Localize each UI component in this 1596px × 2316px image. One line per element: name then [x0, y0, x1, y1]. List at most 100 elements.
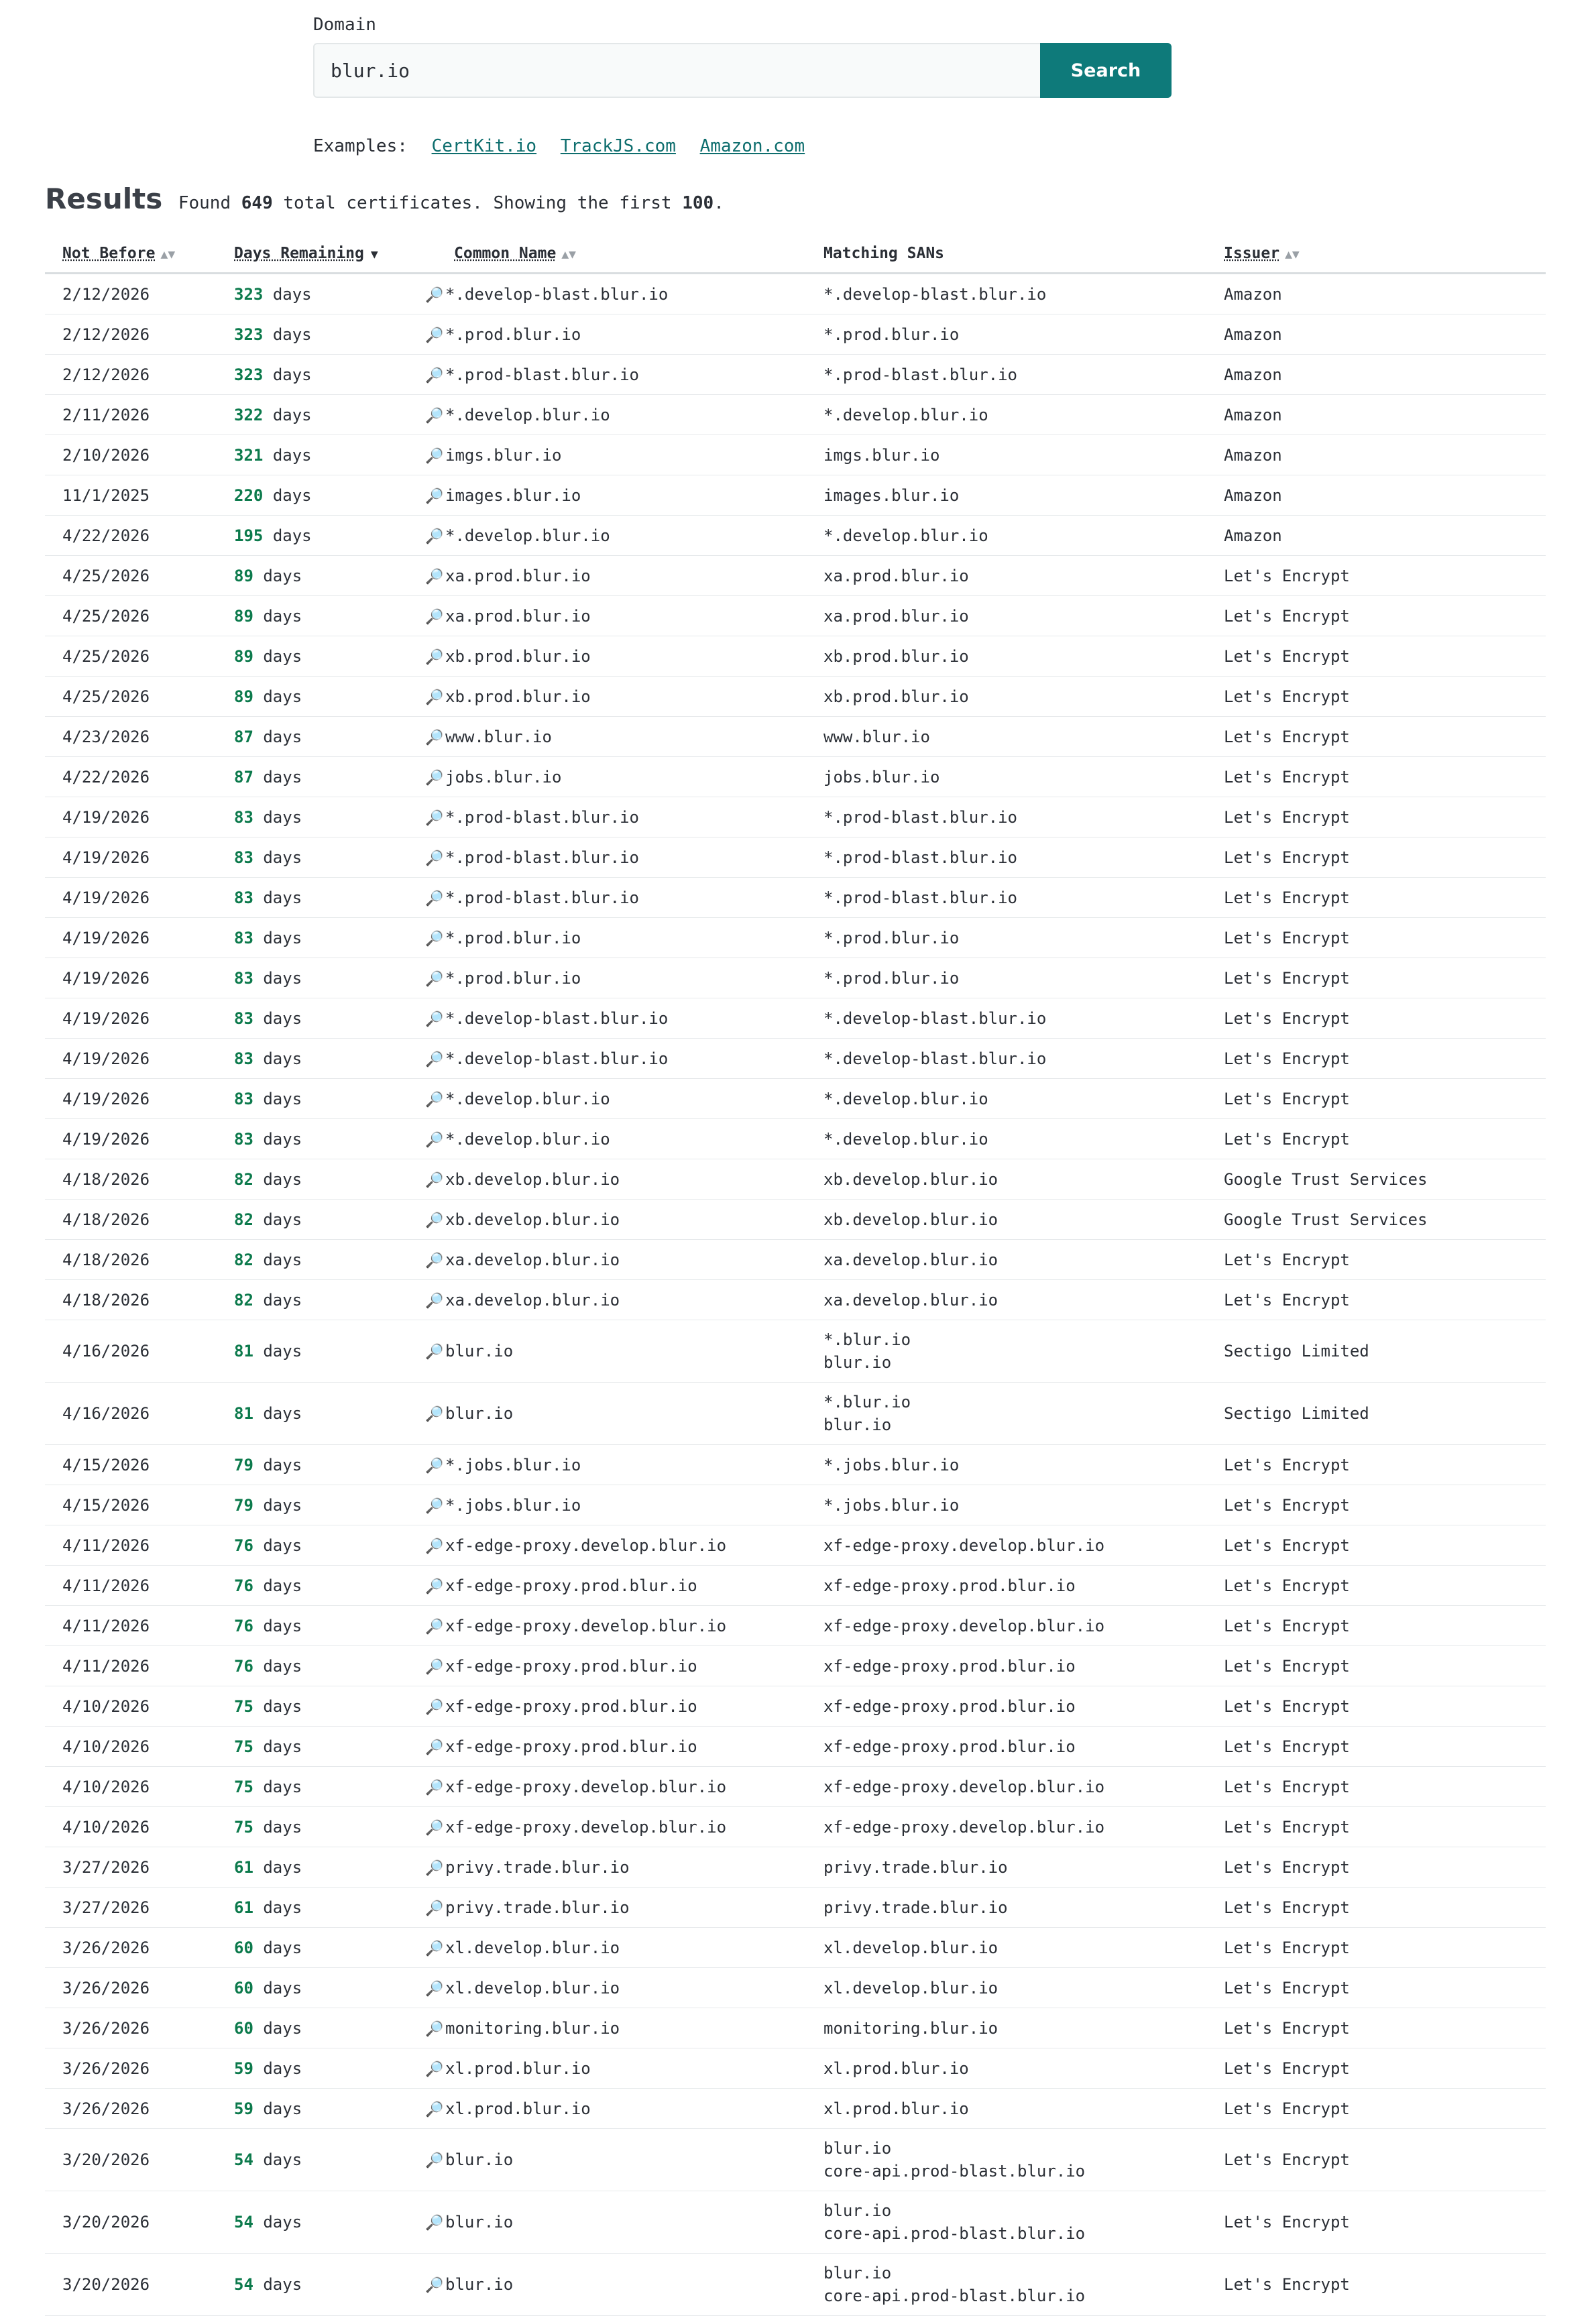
examples: Examples: CertKit.io TrackJS.com Amazon.…	[313, 136, 805, 156]
example-link-amazon[interactable]: Amazon.com	[700, 136, 805, 156]
magnifier-icon[interactable]: 🔎	[425, 528, 445, 545]
domain-input[interactable]	[313, 43, 1040, 98]
magnifier-icon[interactable]: 🔎	[425, 1659, 445, 1676]
magnifier-icon[interactable]: 🔎	[425, 367, 445, 384]
common-name-cell: 🔎 *.prod-blast.blur.io	[425, 354, 823, 395]
magnifier-icon[interactable]: 🔎	[425, 850, 445, 867]
magnifier-icon[interactable]: 🔎	[425, 488, 445, 505]
magnifier-icon[interactable]: 🔎	[425, 1941, 445, 1957]
magnifier-icon[interactable]: 🔎	[425, 1739, 445, 1756]
days-value: 82	[234, 1169, 253, 1189]
not-before-cell: 3/20/2026	[45, 2253, 234, 2316]
magnifier-icon[interactable]: 🔎	[425, 1578, 445, 1595]
matching-sans-cell: xl.prod.blur.io	[823, 2088, 1224, 2129]
magnifier-icon[interactable]: 🔎	[425, 2152, 445, 2169]
col-issuer[interactable]: Issuer ▲▼	[1224, 235, 1546, 274]
magnifier-icon[interactable]: 🔎	[425, 2215, 445, 2232]
common-name: *.develop.blur.io	[445, 405, 610, 424]
example-link-certkit[interactable]: CertKit.io	[432, 136, 537, 156]
magnifier-icon[interactable]: 🔎	[425, 1538, 445, 1555]
days-value: 75	[234, 1696, 253, 1716]
search-button[interactable]: Search	[1040, 43, 1172, 98]
magnifier-icon[interactable]: 🔎	[425, 1619, 445, 1635]
search-row: Search	[313, 43, 1172, 98]
magnifier-icon[interactable]: 🔎	[425, 810, 445, 827]
table-row: 2/12/2026 323 days 🔎 *.prod.blur.io *.prod.b…	[45, 314, 1546, 355]
magnifier-icon[interactable]: 🔎	[425, 287, 445, 304]
magnifier-icon[interactable]: 🔎	[425, 770, 445, 787]
table-row: 4/10/2026 75 days 🔎 xf-edge-proxy.prod.blur…	[45, 1686, 1546, 1727]
magnifier-icon[interactable]: 🔎	[425, 1344, 445, 1360]
days-value: 321	[234, 445, 264, 465]
col-common-name[interactable]: Common Name ▲▼	[425, 235, 823, 274]
magnifier-icon[interactable]: 🔎	[425, 1051, 445, 1068]
days-remaining-cell: 60 days	[234, 2008, 425, 2048]
magnifier-icon[interactable]: 🔎	[425, 1900, 445, 1917]
magnifier-icon[interactable]: 🔎	[425, 1498, 445, 1515]
magnifier-icon[interactable]: 🔎	[425, 1212, 445, 1229]
common-name: *.develop.blur.io	[445, 1089, 610, 1108]
magnifier-icon[interactable]: 🔎	[425, 1293, 445, 1310]
magnifier-icon[interactable]: 🔎	[425, 971, 445, 988]
magnifier-icon[interactable]: 🔎	[425, 730, 445, 746]
magnifier-icon[interactable]: 🔎	[425, 408, 445, 424]
days-unit: days	[263, 1616, 302, 1635]
magnifier-icon[interactable]: 🔎	[425, 2061, 445, 2078]
magnifier-icon[interactable]: 🔎	[425, 1981, 445, 1997]
common-name: *.prod-blast.blur.io	[445, 848, 639, 867]
col-not-before[interactable]: Not Before ▲▼	[45, 235, 234, 274]
san-entry: jobs.blur.io	[823, 767, 940, 787]
common-name: xf-edge-proxy.prod.blur.io	[445, 1656, 697, 1676]
issuer-cell: Let's Encrypt	[1224, 1686, 1546, 1727]
days-remaining-cell: 59 days	[234, 2048, 425, 2089]
example-link-trackjs[interactable]: TrackJS.com	[561, 136, 676, 156]
common-name-cell: 🔎 jobs.blur.io	[425, 756, 823, 797]
magnifier-icon[interactable]: 🔎	[425, 931, 445, 947]
magnifier-icon[interactable]: 🔎	[425, 569, 445, 585]
magnifier-icon[interactable]: 🔎	[425, 609, 445, 626]
magnifier-icon[interactable]: 🔎	[425, 1820, 445, 1837]
issuer-cell: Let's Encrypt	[1224, 1887, 1546, 1928]
issuer-cell: Google Trust Services	[1224, 1199, 1546, 1240]
days-unit: days	[263, 2018, 302, 2038]
sort-arrows-icon: ▲▼	[160, 247, 176, 262]
not-before-cell: 4/18/2026	[45, 1159, 234, 1200]
common-name-cell: 🔎 blur.io	[425, 2253, 823, 2316]
magnifier-icon[interactable]: 🔎	[425, 1172, 445, 1189]
common-name: *.prod-blast.blur.io	[445, 888, 639, 907]
not-before-cell: 4/19/2026	[45, 917, 234, 958]
magnifier-icon[interactable]: 🔎	[425, 1092, 445, 1108]
days-value: 83	[234, 928, 253, 947]
magnifier-icon[interactable]: 🔎	[425, 1699, 445, 1716]
magnifier-icon[interactable]: 🔎	[425, 1132, 445, 1149]
magnifier-icon[interactable]: 🔎	[425, 2277, 445, 2294]
days-remaining-cell: 89 days	[234, 636, 425, 677]
magnifier-icon[interactable]: 🔎	[425, 1860, 445, 1877]
magnifier-icon[interactable]: 🔎	[425, 2021, 445, 2038]
issuer-cell: Let's Encrypt	[1224, 998, 1546, 1039]
not-before-cell: 3/26/2026	[45, 2088, 234, 2129]
magnifier-icon[interactable]: 🔎	[425, 2101, 445, 2118]
magnifier-icon[interactable]: 🔎	[425, 890, 445, 907]
common-name: *.jobs.blur.io	[445, 1455, 581, 1474]
magnifier-icon[interactable]: 🔎	[425, 448, 445, 465]
matching-sans-cell: xa.prod.blur.io	[823, 555, 1224, 596]
table-row: 4/22/2026 195 days 🔎 *.develop.blur.io *.dev…	[45, 515, 1546, 556]
magnifier-icon[interactable]: 🔎	[425, 1253, 445, 1269]
magnifier-icon[interactable]: 🔎	[425, 1780, 445, 1796]
san-entry: *.jobs.blur.io	[823, 1495, 960, 1515]
common-name: *.develop.blur.io	[445, 526, 610, 545]
magnifier-icon[interactable]: 🔎	[425, 1011, 445, 1028]
magnifier-icon[interactable]: 🔎	[425, 1458, 445, 1474]
not-before-cell: 4/18/2026	[45, 1239, 234, 1280]
san-entry: *.prod.blur.io	[823, 928, 960, 947]
days-value: 323	[234, 284, 264, 304]
common-name: xf-edge-proxy.prod.blur.io	[445, 1737, 697, 1756]
magnifier-icon[interactable]: 🔎	[425, 649, 445, 666]
magnifier-icon[interactable]: 🔎	[425, 327, 445, 344]
matching-sans-cell: xl.prod.blur.io	[823, 2048, 1224, 2089]
col-days-remaining[interactable]: Days Remaining ▼	[234, 235, 425, 274]
magnifier-icon[interactable]: 🔎	[425, 1406, 445, 1423]
magnifier-icon[interactable]: 🔎	[425, 689, 445, 706]
results-found-suffix: .	[714, 193, 724, 213]
